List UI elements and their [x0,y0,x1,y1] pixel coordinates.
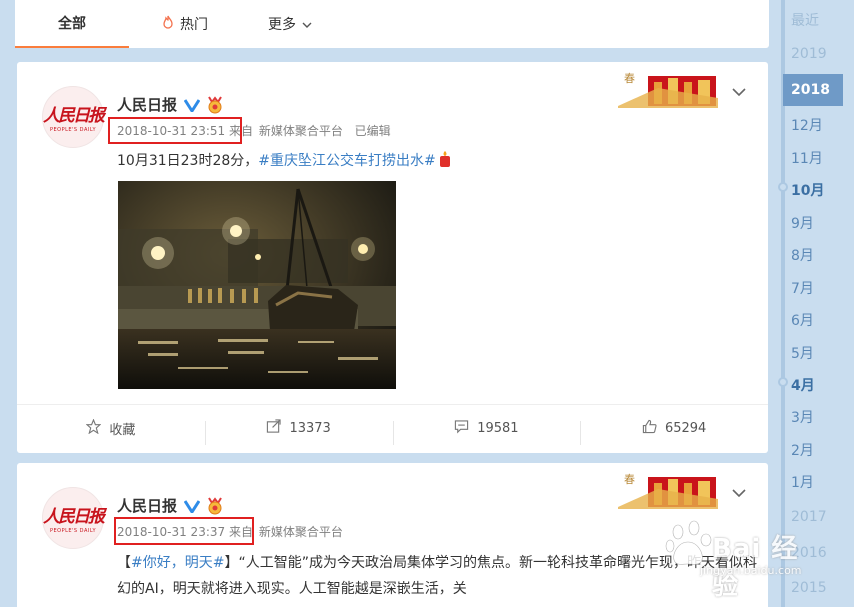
like-count: 65294 [664,421,707,436]
tab-all-label: 全部 [58,16,86,32]
timeline-item-mar[interactable]: 3月 [791,407,814,427]
hashtag-link[interactable]: #你好，明天# [131,555,224,571]
tab-more-label: 更多 [268,17,296,33]
avatar[interactable]: 人民日报 PEOPLE'S DAILY [42,86,105,148]
post-source[interactable]: 新媒体聚合平台 [259,124,343,138]
timeline-item-recent[interactable]: 最近 [791,10,819,30]
avatar-logo-text: 人民日报 [43,106,105,126]
timeline-item-sep[interactable]: 9月 [791,213,814,233]
favorite-label: 收藏 [109,423,136,438]
avatar-logo-text: 人民日报 [43,507,105,527]
svg-text:春: 春 [624,473,635,486]
candle-emoji-icon [436,151,454,169]
tab-hot-label: 热门 [180,17,208,33]
avatar[interactable]: 人民日报 PEOPLE'S DAILY [42,487,105,549]
post-card: 人民日报 PEOPLE'S DAILY 人民日报 2018-10-31 23:3… [17,463,768,607]
tab-hot[interactable]: 热门 [135,0,235,48]
svg-text:春: 春 [624,72,635,85]
post-card: 人民日报 PEOPLE'S DAILY 人民日报 2018-10-31 23:5… [17,62,768,453]
timeline-item-aug[interactable]: 8月 [791,245,814,265]
post-source[interactable]: 新媒体聚合平台 [259,525,343,539]
highlight-box [108,117,242,144]
verified-icon [183,96,201,114]
comment-count: 19581 [477,421,519,436]
watermark: Bai 经验 jingyan.baidu.com [660,516,810,601]
verified-icon [183,497,201,515]
timeline-item-2018-label: 2018 [791,82,830,98]
bracket-open: 【 [117,555,131,571]
timeline-item-jan[interactable]: 1月 [791,472,814,492]
timeline-item-nov[interactable]: 11月 [791,148,823,168]
author-name[interactable]: 人民日报 [117,94,225,115]
hashtag-link[interactable]: #重庆坠江公交车打捞出水# [258,153,435,169]
author-name-label: 人民日报 [117,96,178,114]
header-banner-decoration: 春 [618,469,718,509]
timeline-item-2019[interactable]: 2019 [791,46,827,62]
tab-more[interactable]: 更多 [245,0,335,48]
timeline-item-dec[interactable]: 12月 [791,115,823,135]
comment-icon [454,419,469,438]
thumbs-up-icon [642,419,657,438]
post-photo[interactable] [118,181,396,389]
feed-tab-bar: 全部 热门 更多 [15,0,769,48]
avatar-logo-subtext: PEOPLE'S DAILY [49,528,97,534]
repost-button[interactable]: 13373 [204,419,393,445]
author-name-label: 人民日报 [117,497,178,515]
header-banner-decoration: 春 [618,68,718,108]
timeline-item-oct[interactable]: 10月 [791,180,824,200]
comment-button[interactable]: 19581 [392,419,581,445]
timeline-item-feb[interactable]: 2月 [791,440,814,460]
watermark-subtext: jingyan.baidu.com [700,564,802,577]
medal-icon [205,95,225,114]
post-action-bar: 收藏 13373 19581 65294 [17,404,768,452]
star-icon [85,418,102,438]
fire-icon [162,15,174,33]
timeline-item-may[interactable]: 5月 [791,343,814,363]
timeline-item-jul[interactable]: 7月 [791,278,814,298]
timeline-dot [778,377,788,387]
repost-count: 13373 [289,421,331,436]
post-menu-chevron-icon[interactable] [732,84,746,100]
tab-all[interactable]: 全部 [15,0,129,48]
favorite-button[interactable]: 收藏 [17,418,205,438]
medal-icon [205,496,225,515]
like-button[interactable]: 65294 [580,419,768,445]
author-name[interactable]: 人民日报 [117,495,225,516]
post-text-plain: 10月31日23时28分， [117,153,259,169]
timeline-dot [778,182,788,192]
timeline-item-2018[interactable]: 2018 [783,74,843,106]
edited-label: 已编辑 [354,124,391,138]
post-text: 10月31日23时28分，#重庆坠江公交车打捞出水# [117,150,454,170]
chevron-down-icon [302,18,312,31]
timeline-item-jun[interactable]: 6月 [791,310,814,330]
avatar-logo-subtext: PEOPLE'S DAILY [49,127,97,133]
highlight-box [114,517,254,545]
repost-icon [266,419,282,438]
timeline-item-apr[interactable]: 4月 [791,375,815,395]
post-menu-chevron-icon[interactable] [732,485,746,501]
